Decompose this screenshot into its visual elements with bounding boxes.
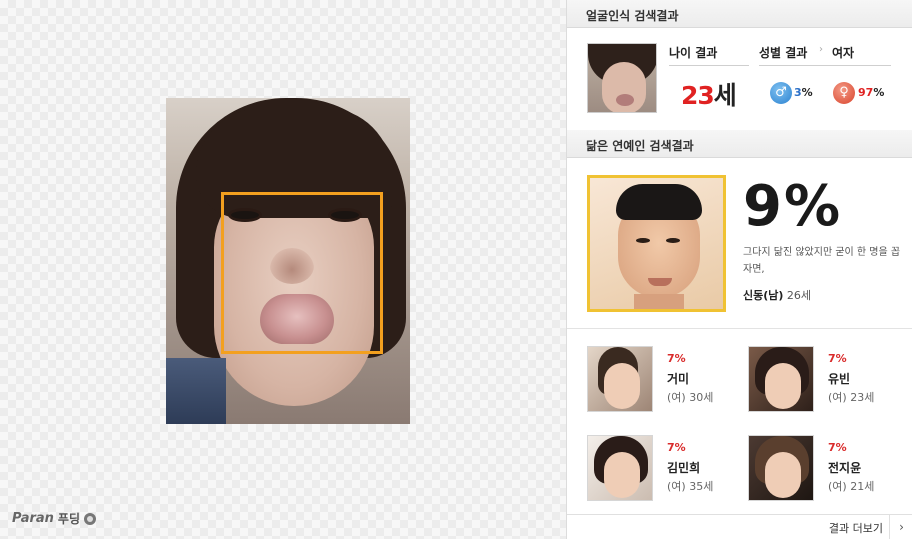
panel-footer: 결과 더보기 › <box>567 514 912 539</box>
top-celeb-photo[interactable] <box>587 175 726 312</box>
celeb-item[interactable]: 7% 전지윤 (여) 21세 <box>748 435 908 505</box>
chevron-right-icon[interactable]: › <box>889 515 912 539</box>
celeb-result-header: 닮은 연예인 검색결과 <box>567 130 912 158</box>
celeb-info: (여) 35세 <box>667 480 714 493</box>
celeb-photo[interactable] <box>748 435 814 501</box>
gender-result: 여자 <box>832 46 855 60</box>
female-percent: 97% <box>858 86 885 99</box>
brand-logo: Paran 푸딩 <box>12 510 97 527</box>
celeb-percent: 7% <box>667 352 686 365</box>
male-percent: 3% <box>794 86 813 99</box>
male-icon: ♂ <box>770 82 792 104</box>
gender-label: 성별 결과 <box>759 46 808 60</box>
result-panel: 얼굴인식 검색결과 나이 결과 23세 성별 결과 › 여자 ♂ 3% ♀ 97… <box>566 0 912 539</box>
celeb-name[interactable]: 유빈 <box>828 370 850 387</box>
face-result-header: 얼굴인식 검색결과 <box>567 0 912 28</box>
celeb-photo[interactable] <box>587 435 653 501</box>
top-match-description: 그다지 닮진 않았지만 굳이 한 명을 꼽자면, <box>743 247 901 275</box>
age-value: 23세 <box>681 81 737 110</box>
celeb-percent: 7% <box>828 441 847 454</box>
celeb-info: (여) 23세 <box>828 391 875 404</box>
celeb-item[interactable]: 7% 거미 (여) 30세 <box>587 346 747 416</box>
celeb-info: (여) 30세 <box>667 391 714 404</box>
chevron-right-icon: › <box>819 44 823 55</box>
more-results-link[interactable]: 결과 더보기 <box>829 520 883 536</box>
face-thumbnail <box>587 43 657 113</box>
celeb-name[interactable]: 김민희 <box>667 459 700 476</box>
celeb-item[interactable]: 7% 김민희 (여) 35세 <box>587 435 747 505</box>
top-match-percent: 9% <box>743 174 843 239</box>
celeb-name[interactable]: 거미 <box>667 370 689 387</box>
female-icon: ♀ <box>833 82 855 104</box>
celeb-item[interactable]: 7% 유빈 (여) 23세 <box>748 346 908 416</box>
face-detection-box <box>221 192 383 354</box>
top-celeb-name[interactable]: 신동(남) 26세 <box>743 287 811 303</box>
celeb-percent: 7% <box>667 441 686 454</box>
age-label: 나이 결과 <box>669 46 718 60</box>
pudding-icon <box>84 512 97 525</box>
photo-workspace: Paran 푸딩 <box>0 0 566 539</box>
celeb-name[interactable]: 전지윤 <box>828 459 861 476</box>
celeb-photo[interactable] <box>748 346 814 412</box>
celeb-info: (여) 21세 <box>828 480 875 493</box>
celeb-percent: 7% <box>828 352 847 365</box>
celeb-photo[interactable] <box>587 346 653 412</box>
